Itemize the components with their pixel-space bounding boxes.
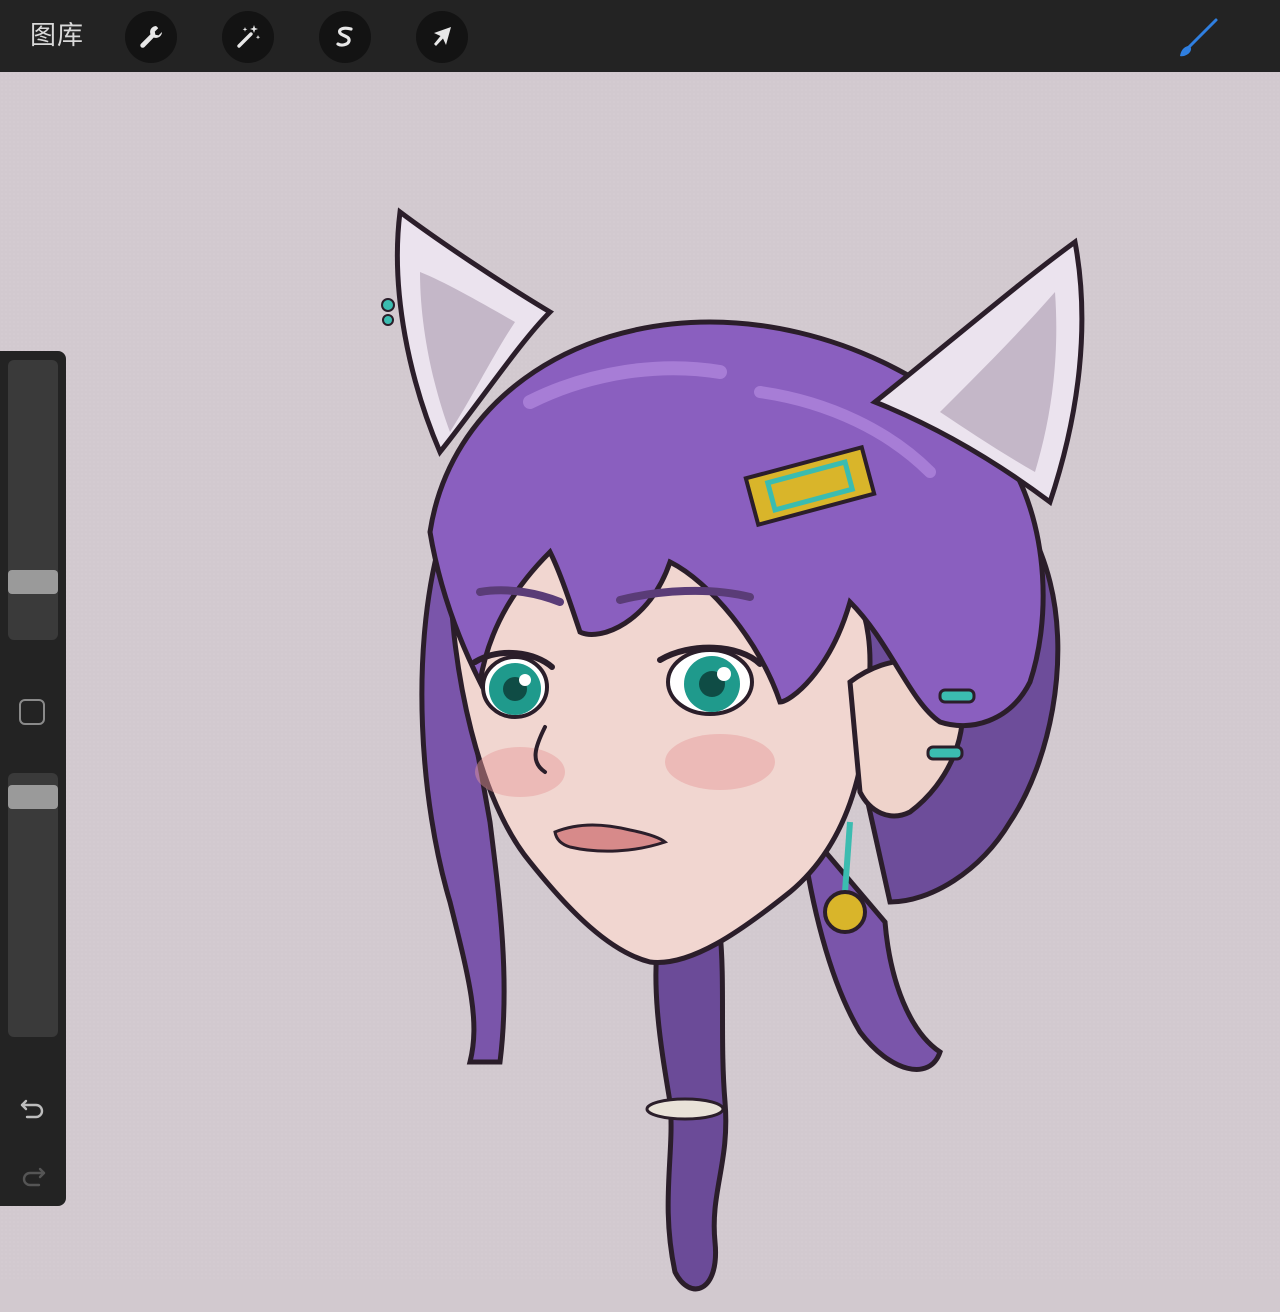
selection-button[interactable]	[319, 11, 371, 63]
adjustments-button[interactable]	[222, 11, 274, 63]
artwork-illustration	[381, 207, 1085, 1292]
magic-wand-icon	[237, 25, 261, 48]
brush-size-slider[interactable]	[8, 360, 58, 640]
redo-icon	[22, 1167, 46, 1187]
opacity-slider-knob[interactable]	[8, 785, 58, 809]
undo-icon	[20, 1099, 44, 1119]
transform-button[interactable]	[416, 11, 468, 63]
opacity-slider[interactable]	[8, 773, 58, 1037]
wrench-icon	[140, 26, 162, 48]
brush-icon	[1180, 18, 1218, 57]
selection-s-icon	[336, 26, 353, 47]
redo-button[interactable]	[18, 1161, 48, 1191]
gallery-button[interactable]: 图库	[30, 18, 84, 54]
actions-button[interactable]	[125, 11, 177, 63]
brush-button[interactable]	[1172, 12, 1224, 62]
arrow-cursor-icon	[434, 27, 451, 46]
brush-size-slider-knob[interactable]	[8, 570, 58, 594]
drawing-canvas[interactable]	[0, 72, 1280, 1292]
left-sidebar	[0, 351, 66, 1206]
undo-button[interactable]	[18, 1093, 48, 1123]
top-toolbar: 图库	[0, 0, 1280, 72]
modify-square-icon[interactable]	[19, 699, 45, 725]
